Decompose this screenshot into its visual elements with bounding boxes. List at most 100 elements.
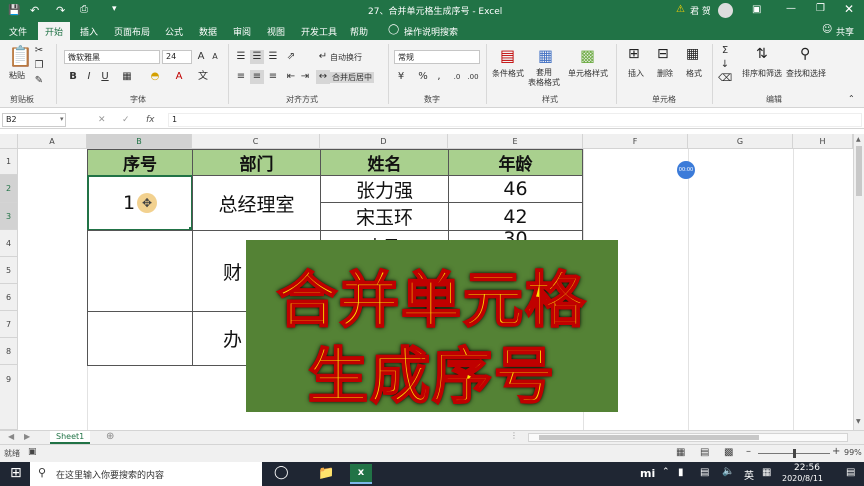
column-header-h[interactable]: H	[793, 134, 853, 149]
name-box[interactable]: B2	[2, 113, 66, 127]
merge-center-icon[interactable]: ↔	[316, 70, 330, 84]
input-language[interactable]: 英	[744, 467, 754, 482]
dept-cell-1[interactable]: 总经理室	[192, 175, 321, 231]
underline-icon[interactable]: U	[98, 70, 112, 84]
age-cell-1[interactable]: 46	[448, 175, 583, 203]
font-size-select[interactable]: 24	[162, 50, 192, 64]
currency-icon[interactable]: ¥	[394, 70, 408, 84]
header-name[interactable]: 姓名	[320, 149, 449, 176]
name-cell-1[interactable]: 张力强	[320, 175, 449, 203]
row-header-4[interactable]: 4	[0, 230, 18, 257]
tab-view[interactable]: 视图	[267, 25, 285, 38]
row-header-2[interactable]: 2	[0, 175, 18, 203]
number-format-select[interactable]: 常规	[394, 50, 480, 64]
paste-button[interactable]: 粘贴	[9, 70, 25, 81]
seq-cell-b4[interactable]	[87, 230, 193, 312]
add-sheet-icon[interactable]: ⊕	[106, 431, 114, 442]
merge-center-button[interactable]: 合并后居中	[330, 72, 374, 83]
tab-formulas[interactable]: 公式	[165, 25, 183, 38]
collapse-ribbon-icon[interactable]: ⌃	[848, 94, 855, 103]
column-header-d[interactable]: D	[320, 134, 448, 149]
taskbar-search-box[interactable]: ⚲ 在这里输入你要搜索的内容	[30, 462, 262, 486]
tab-insert[interactable]: 插入	[80, 25, 98, 38]
bold-icon[interactable]: B	[66, 70, 80, 84]
header-dept[interactable]: 部门	[192, 149, 321, 176]
tab-page-layout[interactable]: 页面布局	[114, 25, 150, 38]
row-header-5[interactable]: 5	[0, 257, 18, 284]
print-preview-icon[interactable]: ⎙	[80, 4, 88, 15]
percent-icon[interactable]: %	[416, 70, 430, 84]
align-bottom-icon[interactable]: ☰	[266, 50, 280, 64]
undo-icon[interactable]: ↶	[30, 4, 39, 17]
format-painter-icon[interactable]: ✎	[32, 74, 46, 88]
macro-record-icon[interactable]: ▣	[28, 447, 37, 457]
orientation-icon[interactable]: ⇗	[284, 50, 298, 64]
align-middle-icon[interactable]: ☰	[250, 50, 264, 64]
sort-filter-icon[interactable]: ⇅	[756, 46, 768, 62]
name-box-dropdown-icon[interactable]: ▾	[60, 115, 64, 123]
vertical-scrollbar[interactable]: ▲ ▼	[853, 134, 864, 430]
cut-icon[interactable]: ✂	[32, 44, 46, 58]
cell-styles-button[interactable]: 单元格样式	[568, 68, 608, 79]
format-as-table-button[interactable]: 套用 表格格式	[528, 68, 560, 88]
share-icon[interactable]: ☺	[822, 24, 832, 35]
grow-font-icon[interactable]: A	[194, 50, 208, 64]
tab-home[interactable]: 开始	[38, 22, 71, 40]
next-sheet-icon[interactable]: ▶	[24, 432, 30, 441]
windows-start-icon[interactable]: ⊞	[10, 465, 22, 481]
wrap-text-button[interactable]: 自动换行	[330, 52, 362, 63]
phonetic-icon[interactable]: 文	[196, 70, 210, 84]
scroll-down-icon[interactable]: ▼	[856, 418, 861, 425]
file-explorer-icon[interactable]: 📁	[318, 466, 334, 481]
paste-icon[interactable]: 📋	[8, 44, 33, 68]
avatar[interactable]	[718, 3, 733, 18]
indent-increase-icon[interactable]: ⇥	[298, 70, 312, 84]
find-select-icon[interactable]: ⚲	[800, 46, 810, 62]
indent-decrease-icon[interactable]: ⇤	[284, 70, 298, 84]
cancel-icon[interactable]: ✕	[98, 115, 106, 125]
task-view-icon[interactable]: ◯	[274, 465, 289, 480]
tab-help[interactable]: 帮助	[350, 25, 368, 38]
mi-app-icon[interactable]: mi	[640, 467, 655, 480]
border-icon[interactable]: ▦	[120, 70, 134, 84]
system-tray-up-icon[interactable]: ⌃	[662, 467, 670, 477]
zoom-out-icon[interactable]: –	[746, 446, 751, 457]
copy-icon[interactable]: ❐	[32, 59, 46, 73]
sheet-tab-sheet1[interactable]: Sheet1	[50, 431, 91, 444]
age-cell-2[interactable]: 42	[448, 202, 583, 231]
font-name-select[interactable]: 微软雅黑	[64, 50, 160, 64]
scroll-thumb[interactable]	[856, 146, 862, 196]
sort-filter-button[interactable]: 排序和筛选	[742, 68, 782, 79]
volume-icon[interactable]: 🔈	[722, 466, 734, 477]
row-header-9[interactable]: 9	[0, 365, 18, 430]
conditional-format-button[interactable]: 条件格式	[492, 68, 524, 79]
tab-developer[interactable]: 开发工具	[301, 25, 337, 38]
align-right-icon[interactable]: ≡	[266, 70, 280, 84]
row-header-6[interactable]: 6	[0, 284, 18, 311]
zoom-in-icon[interactable]: +	[832, 446, 840, 457]
format-as-table-icon[interactable]: ▦	[538, 46, 553, 65]
column-header-a[interactable]: A	[18, 134, 87, 149]
delete-cells-icon[interactable]: ⊟	[657, 46, 669, 62]
column-header-e[interactable]: E	[448, 134, 583, 149]
insert-function-icon[interactable]: fx	[146, 115, 155, 125]
tell-me-search[interactable]: 操作说明搜索	[404, 25, 458, 38]
insert-cells-icon[interactable]: ⊞	[628, 46, 640, 62]
tab-file[interactable]: 文件	[9, 25, 27, 38]
minimize-icon[interactable]: —	[786, 3, 796, 14]
row-header-1[interactable]: 1	[0, 149, 18, 175]
align-left-icon[interactable]: ≡	[234, 70, 248, 84]
excel-taskbar-icon[interactable]: x	[350, 464, 372, 484]
fill-icon[interactable]: ↓	[718, 58, 732, 72]
select-all-button[interactable]	[0, 134, 18, 149]
page-break-view-icon[interactable]: ▩	[724, 447, 733, 458]
header-seq[interactable]: 序号	[87, 149, 193, 176]
zoom-slider-thumb[interactable]	[793, 449, 796, 458]
column-header-c[interactable]: C	[192, 134, 320, 149]
seq-cell-b7[interactable]	[87, 311, 193, 366]
network-icon[interactable]: ▤	[700, 467, 709, 478]
ime-icon[interactable]: ▦	[762, 467, 771, 478]
horizontal-scrollbar[interactable]	[528, 433, 848, 442]
close-icon[interactable]: ✕	[844, 2, 854, 16]
column-header-g[interactable]: G	[688, 134, 793, 149]
